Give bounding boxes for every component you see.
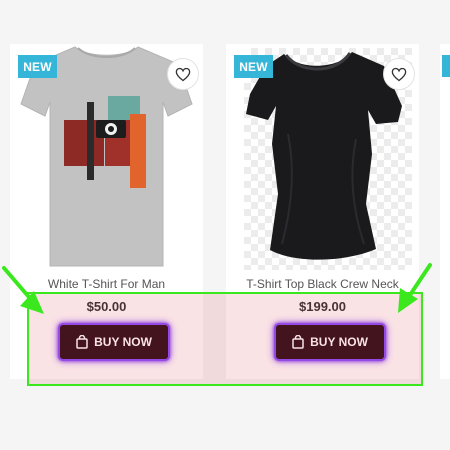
product-title[interactable]: White T-Shirt For Man xyxy=(10,277,203,291)
wishlist-button[interactable] xyxy=(167,58,199,90)
buy-now-label: BUY NOW xyxy=(94,335,152,349)
new-badge: NEW xyxy=(18,55,57,78)
buy-now-label: BUY NOW xyxy=(310,335,368,349)
shopping-bag-icon xyxy=(292,335,304,349)
heart-outline-icon xyxy=(391,67,407,81)
shopping-bag-icon xyxy=(76,335,88,349)
next-product-card-partial xyxy=(440,44,450,379)
new-badge: NEW xyxy=(234,55,273,78)
product-card: NEW T-Shirt Top Black Crew Neck $199.00 … xyxy=(226,44,419,379)
product-card: NEW White T-Shirt For Man $50.00 BUY NOW xyxy=(10,44,203,379)
product-title[interactable]: T-Shirt Top Black Crew Neck xyxy=(226,277,419,291)
heart-outline-icon xyxy=(175,67,191,81)
buy-now-button[interactable]: BUY NOW xyxy=(274,323,386,361)
wishlist-button[interactable] xyxy=(383,58,415,90)
next-product-badge-partial xyxy=(442,55,450,77)
product-price: $199.00 xyxy=(299,299,346,314)
buy-now-button[interactable]: BUY NOW xyxy=(58,323,170,361)
product-price: $50.00 xyxy=(86,299,127,314)
